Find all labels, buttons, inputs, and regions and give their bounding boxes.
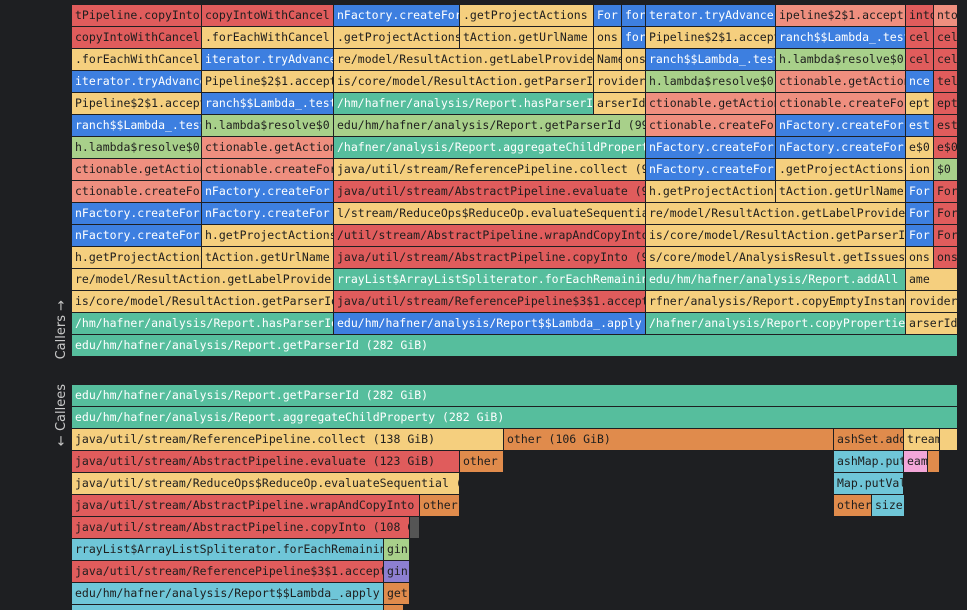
callee-frame-7-0[interactable]: rrayList$ArrayListSpliterator.forEachRem…: [72, 539, 384, 560]
callee-frame-9-1[interactable]: get: [384, 583, 410, 604]
callee-frame-5-0[interactable]: java/util/stream/AbstractPipeline.wrapAn…: [72, 495, 420, 516]
callers-section-label[interactable]: Callers →: [50, 290, 72, 370]
callee-frame-4-1[interactable]: Map.putVal: [834, 473, 904, 494]
callee-frame-6-0[interactable]: java/util/stream/AbstractPipeline.copyIn…: [72, 517, 410, 538]
callee-frame-3-3[interactable]: eam: [904, 451, 928, 472]
callee-frame-8-0[interactable]: java/util/stream/ReferencePipeline$3$1.a…: [72, 561, 384, 582]
callee-frame-0-0[interactable]: edu/hm/hafner/analysis/Report.getParserI…: [72, 385, 958, 406]
callee-frame-3-0[interactable]: java/util/stream/AbstractPipeline.evalua…: [72, 451, 460, 472]
callee-frame-5-2[interactable]: other: [834, 495, 872, 516]
callee-frame-2-0[interactable]: java/util/stream/ReferencePipeline.colle…: [72, 429, 504, 450]
callees-flamegraph: edu/hm/hafner/analysis/Report.getParserI…: [0, 0, 967, 610]
callee-frame-10-1[interactable]: [384, 605, 404, 610]
callee-frame-5-3[interactable]: size: [872, 495, 905, 516]
callee-frame-6-1[interactable]: [410, 517, 420, 538]
callee-frame-5-1[interactable]: other: [420, 495, 460, 516]
callee-frame-2-3[interactable]: tream: [904, 429, 940, 450]
callee-frame-3-4[interactable]: [928, 451, 940, 472]
callee-frame-7-1[interactable]: gin: [384, 539, 410, 560]
callee-frame-10-0[interactable]: [72, 605, 384, 610]
callee-frame-2-2[interactable]: ashSet.add: [834, 429, 904, 450]
callees-section-label[interactable]: ← Callees: [50, 380, 72, 450]
callee-frame-4-0[interactable]: java/util/stream/ReduceOps$ReduceOp.eval…: [72, 473, 460, 494]
callee-frame-3-2[interactable]: ashMap.put: [834, 451, 904, 472]
callee-frame-1-0[interactable]: edu/hm/hafner/analysis/Report.aggregateC…: [72, 407, 958, 428]
callee-frame-2-1[interactable]: other (106 GiB): [504, 429, 834, 450]
callee-frame-3-1[interactable]: other: [460, 451, 504, 472]
callee-frame-9-0[interactable]: edu/hm/hafner/analysis/Report$$Lambda_.a…: [72, 583, 384, 604]
callers-label-text: Callers →: [53, 300, 69, 360]
callee-frame-2-4[interactable]: [940, 429, 958, 450]
callee-frame-8-1[interactable]: gin: [384, 561, 410, 582]
callees-label-text: ← Callees: [53, 383, 69, 447]
